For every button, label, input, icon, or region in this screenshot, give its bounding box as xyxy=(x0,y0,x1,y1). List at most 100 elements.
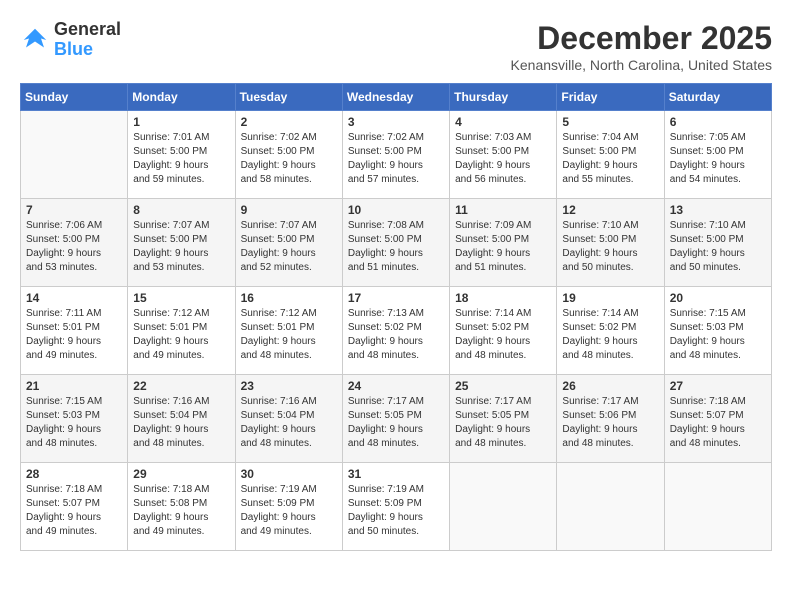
col-wednesday: Wednesday xyxy=(342,84,449,111)
day-number: 24 xyxy=(348,379,444,393)
day-number: 9 xyxy=(241,203,337,217)
table-row: 9 Sunrise: 7:07 AM Sunset: 5:00 PM Daylig… xyxy=(235,199,342,287)
table-row: 4Sunrise: 7:03 AM Sunset: 5:00 PM Daylig… xyxy=(450,111,557,199)
day-number: 5 xyxy=(562,115,658,129)
day-number: 29 xyxy=(133,467,229,481)
day-info: Sunrise: 7:07 AM Sunset: 5:00 PM Dayligh… xyxy=(241,219,337,275)
table-row: 27 Sunrise: 7:18 AM Sunset: 5:07 PM Dayli… xyxy=(664,375,771,463)
logo: General Blue xyxy=(20,20,121,60)
day-number: 25 xyxy=(455,379,551,393)
day-info: Sunrise: 7:10 AM Sunset: 5:00 PM Dayligh… xyxy=(670,219,766,275)
day-number: 8 xyxy=(133,203,229,217)
day-info: Sunrise: 7:06 AM Sunset: 5:00 PM Dayligh… xyxy=(26,219,122,275)
table-row: 29 Sunrise: 7:18 AM Sunset: 5:08 PM Dayli… xyxy=(128,463,235,551)
col-monday: Monday xyxy=(128,84,235,111)
day-info: Sunrise: 7:19 AM Sunset: 5:09 PM Dayligh… xyxy=(348,483,444,539)
table-row: 1 Sunrise: 7:01 AM Sunset: 5:00 PM Daylig… xyxy=(128,111,235,199)
day-info: Sunrise: 7:02 AM Sunset: 5:00 PM Dayligh… xyxy=(241,131,337,187)
day-number: 3 xyxy=(348,115,444,129)
day-info: Sunrise: 7:12 AM Sunset: 5:01 PM Dayligh… xyxy=(241,307,337,363)
day-info: Sunrise: 7:17 AM Sunset: 5:05 PM Dayligh… xyxy=(455,395,551,451)
title-area: December 2025 Kenansville, North Carolin… xyxy=(511,20,772,73)
table-row: 20 Sunrise: 7:15 AM Sunset: 5:03 PM Dayli… xyxy=(664,287,771,375)
col-friday: Friday xyxy=(557,84,664,111)
day-info: Sunrise: 7:19 AM Sunset: 5:09 PM Dayligh… xyxy=(241,483,337,539)
day-info: Sunrise: 7:15 AM Sunset: 5:03 PM Dayligh… xyxy=(670,307,766,363)
day-number: 19 xyxy=(562,291,658,305)
table-row: 30 Sunrise: 7:19 AM Sunset: 5:09 PM Dayli… xyxy=(235,463,342,551)
day-number: 23 xyxy=(241,379,337,393)
day-number: 28 xyxy=(26,467,122,481)
day-number: 26 xyxy=(562,379,658,393)
table-row xyxy=(21,111,128,199)
table-row: 7 Sunrise: 7:06 AM Sunset: 5:00 PM Daylig… xyxy=(21,199,128,287)
day-number: 10 xyxy=(348,203,444,217)
table-row: 6 Sunrise: 7:05 AM Sunset: 5:00 PM Daylig… xyxy=(664,111,771,199)
calendar-week-row: 7 Sunrise: 7:06 AM Sunset: 5:00 PM Daylig… xyxy=(21,199,772,287)
day-number: 1 xyxy=(133,115,229,129)
table-row: 25 Sunrise: 7:17 AM Sunset: 5:05 PM Dayli… xyxy=(450,375,557,463)
table-row: 14 Sunrise: 7:11 AM Sunset: 5:01 PM Dayli… xyxy=(21,287,128,375)
table-row: 17 Sunrise: 7:13 AM Sunset: 5:02 PM Dayli… xyxy=(342,287,449,375)
day-info: Sunrise: 7:16 AM Sunset: 5:04 PM Dayligh… xyxy=(133,395,229,451)
day-number: 15 xyxy=(133,291,229,305)
table-row xyxy=(664,463,771,551)
day-info: Sunrise: 7:16 AM Sunset: 5:04 PM Dayligh… xyxy=(241,395,337,451)
logo-text: General Blue xyxy=(54,20,121,60)
day-info: Sunrise: 7:05 AM Sunset: 5:00 PM Dayligh… xyxy=(670,131,766,187)
calendar-week-row: 28 Sunrise: 7:18 AM Sunset: 5:07 PM Dayli… xyxy=(21,463,772,551)
day-info: Sunrise: 7:18 AM Sunset: 5:07 PM Dayligh… xyxy=(670,395,766,451)
col-thursday: Thursday xyxy=(450,84,557,111)
day-number: 17 xyxy=(348,291,444,305)
day-info: Sunrise: 7:03 AM Sunset: 5:00 PM Dayligh… xyxy=(455,131,551,187)
day-number: 16 xyxy=(241,291,337,305)
day-info: Sunrise: 7:10 AM Sunset: 5:00 PM Dayligh… xyxy=(562,219,658,275)
month-year-title: December 2025 xyxy=(511,20,772,57)
day-info: Sunrise: 7:17 AM Sunset: 5:05 PM Dayligh… xyxy=(348,395,444,451)
table-row: 2 Sunrise: 7:02 AM Sunset: 5:00 PM Daylig… xyxy=(235,111,342,199)
day-number: 21 xyxy=(26,379,122,393)
table-row: 26Sunrise: 7:17 AM Sunset: 5:06 PM Dayli… xyxy=(557,375,664,463)
logo-icon xyxy=(20,25,50,55)
table-row: 21 Sunrise: 7:15 AM Sunset: 5:03 PM Dayli… xyxy=(21,375,128,463)
day-info: Sunrise: 7:11 AM Sunset: 5:01 PM Dayligh… xyxy=(26,307,122,363)
calendar-header-row: Sunday Monday Tuesday Wednesday Thursday… xyxy=(21,84,772,111)
day-number: 6 xyxy=(670,115,766,129)
table-row: 5Sunrise: 7:04 AM Sunset: 5:00 PM Daylig… xyxy=(557,111,664,199)
col-sunday: Sunday xyxy=(21,84,128,111)
day-number: 14 xyxy=(26,291,122,305)
day-info: Sunrise: 7:01 AM Sunset: 5:00 PM Dayligh… xyxy=(133,131,229,187)
day-number: 20 xyxy=(670,291,766,305)
day-info: Sunrise: 7:14 AM Sunset: 5:02 PM Dayligh… xyxy=(455,307,551,363)
table-row: 15 Sunrise: 7:12 AM Sunset: 5:01 PM Dayli… xyxy=(128,287,235,375)
calendar-week-row: 1 Sunrise: 7:01 AM Sunset: 5:00 PM Daylig… xyxy=(21,111,772,199)
day-number: 7 xyxy=(26,203,122,217)
header: General Blue December 2025 Kenansville, … xyxy=(20,20,772,73)
table-row: 23 Sunrise: 7:16 AM Sunset: 5:04 PM Dayli… xyxy=(235,375,342,463)
day-number: 22 xyxy=(133,379,229,393)
day-number: 30 xyxy=(241,467,337,481)
day-info: Sunrise: 7:15 AM Sunset: 5:03 PM Dayligh… xyxy=(26,395,122,451)
table-row: 10 Sunrise: 7:08 AM Sunset: 5:00 PM Dayli… xyxy=(342,199,449,287)
day-number: 27 xyxy=(670,379,766,393)
day-number: 2 xyxy=(241,115,337,129)
day-number: 13 xyxy=(670,203,766,217)
day-info: Sunrise: 7:08 AM Sunset: 5:00 PM Dayligh… xyxy=(348,219,444,275)
day-info: Sunrise: 7:13 AM Sunset: 5:02 PM Dayligh… xyxy=(348,307,444,363)
day-info: Sunrise: 7:02 AM Sunset: 5:00 PM Dayligh… xyxy=(348,131,444,187)
table-row: 22 Sunrise: 7:16 AM Sunset: 5:04 PM Dayli… xyxy=(128,375,235,463)
calendar-week-row: 21 Sunrise: 7:15 AM Sunset: 5:03 PM Dayli… xyxy=(21,375,772,463)
day-info: Sunrise: 7:07 AM Sunset: 5:00 PM Dayligh… xyxy=(133,219,229,275)
table-row: 16 Sunrise: 7:12 AM Sunset: 5:01 PM Dayli… xyxy=(235,287,342,375)
table-row: 19 Sunrise: 7:14 AM Sunset: 5:02 PM Dayli… xyxy=(557,287,664,375)
day-info: Sunrise: 7:12 AM Sunset: 5:01 PM Dayligh… xyxy=(133,307,229,363)
table-row: 13 Sunrise: 7:10 AM Sunset: 5:00 PM Dayli… xyxy=(664,199,771,287)
table-row: 18Sunrise: 7:14 AM Sunset: 5:02 PM Dayli… xyxy=(450,287,557,375)
day-info: Sunrise: 7:09 AM Sunset: 5:00 PM Dayligh… xyxy=(455,219,551,275)
location-subtitle: Kenansville, North Carolina, United Stat… xyxy=(511,57,772,73)
day-info: Sunrise: 7:18 AM Sunset: 5:07 PM Dayligh… xyxy=(26,483,122,539)
table-row: 12Sunrise: 7:10 AM Sunset: 5:00 PM Dayli… xyxy=(557,199,664,287)
day-info: Sunrise: 7:14 AM Sunset: 5:02 PM Dayligh… xyxy=(562,307,658,363)
day-info: Sunrise: 7:18 AM Sunset: 5:08 PM Dayligh… xyxy=(133,483,229,539)
table-row xyxy=(450,463,557,551)
